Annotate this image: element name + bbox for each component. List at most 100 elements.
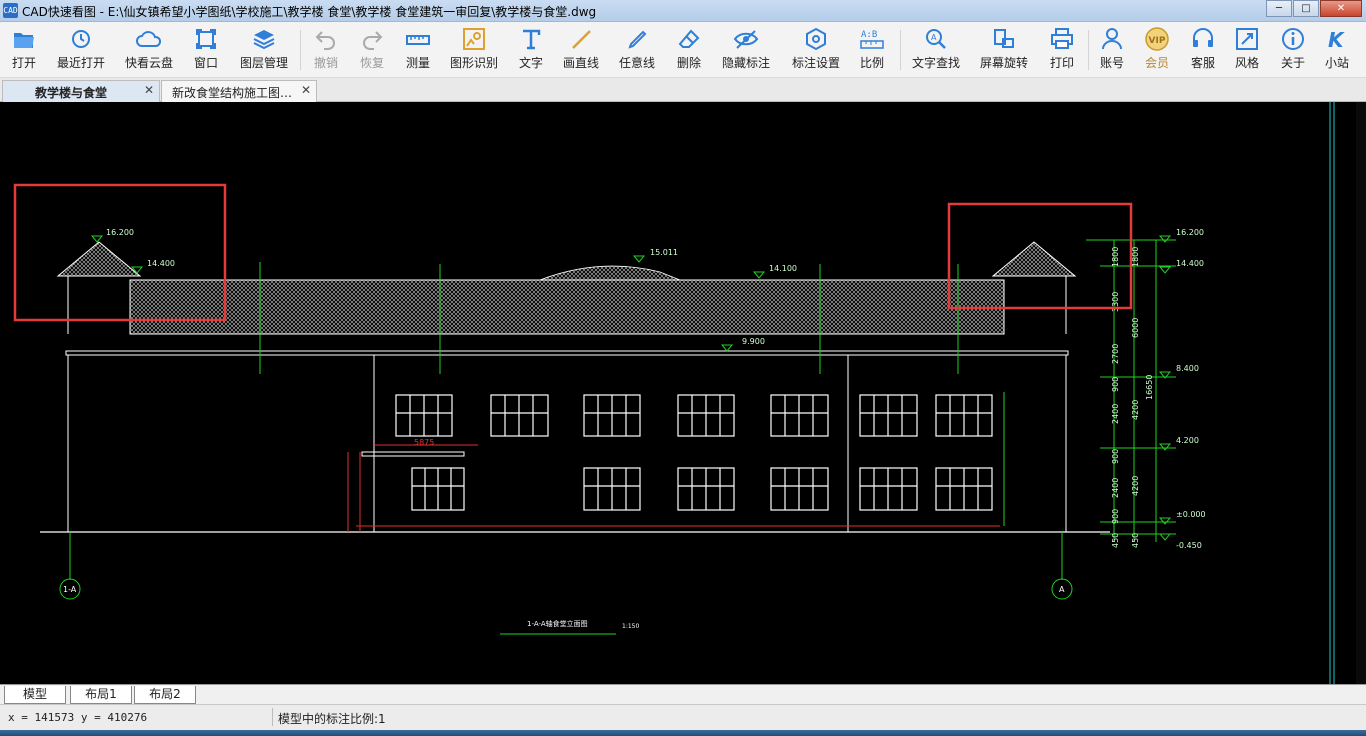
scale-label: 比例 (859, 56, 884, 70)
freehand-label: 任意线 (618, 56, 655, 70)
vip-icon: VIP (1145, 27, 1169, 51)
tab-close-icon[interactable]: ✕ (144, 83, 154, 97)
open-button[interactable]: 打开 (4, 25, 44, 75)
window-icon (196, 29, 216, 49)
measure-button[interactable]: 测量 (398, 25, 438, 75)
delete-button[interactable]: 删除 (670, 25, 708, 75)
vip-button[interactable]: VIP 会员 (1138, 25, 1176, 75)
svg-text:900: 900 (1111, 449, 1120, 464)
document-tab-bar: 教学楼与食堂 ✕ 新改食堂结构施工图… ✕ (0, 78, 1366, 102)
account-label: 账号 (1099, 56, 1124, 70)
tab-model[interactable]: 模型 (4, 686, 66, 704)
minimize-button[interactable]: ─ (1266, 0, 1292, 17)
cad-viewer-app: CAD CAD快速看图 - E:\仙女镇希望小学图纸\学校施工\教学楼 食堂\教… (0, 0, 1366, 736)
text-search-icon: A (926, 29, 946, 49)
svg-text:2400: 2400 (1111, 478, 1120, 498)
tab-layout2[interactable]: 布局2 (134, 686, 196, 704)
style-label: 风格 (1234, 56, 1259, 70)
close-button[interactable]: ✕ (1320, 0, 1362, 17)
account-button[interactable]: 账号 (1094, 25, 1130, 75)
support-button[interactable]: 客服 (1184, 25, 1222, 75)
printer-icon (1051, 28, 1073, 49)
tab-close-icon[interactable]: ✕ (301, 83, 311, 97)
hide-annotation-label: 隐藏标注 (721, 56, 770, 70)
tab-canteen-structure[interactable]: 新改食堂结构施工图… ✕ (161, 80, 317, 102)
upper-windows (395, 394, 993, 437)
annotation-settings-button[interactable]: 标注设置 (786, 25, 846, 75)
user-icon (1102, 28, 1122, 50)
svg-text:16650: 16650 (1145, 375, 1154, 400)
text-button[interactable]: 文字 (512, 25, 550, 75)
tab-teaching-building[interactable]: 教学楼与食堂 ✕ (2, 80, 160, 102)
about-button[interactable]: 关于 (1274, 25, 1312, 75)
status-divider (272, 708, 273, 726)
print-label: 打印 (1049, 56, 1074, 70)
eye-hide-icon (733, 30, 759, 49)
info-icon (1282, 28, 1304, 50)
k-site-button[interactable]: K 小站 (1318, 25, 1356, 75)
draw-line-button[interactable]: 画直线 (558, 25, 604, 75)
recent-open-button[interactable]: 最近打开 (50, 25, 112, 75)
drawing-scale: 1:150 (622, 623, 639, 630)
measure-label: 测量 (405, 56, 430, 70)
toolbar-divider (900, 30, 901, 70)
drawing-canvas[interactable]: 5875 16.200 14.400 15.011 14.100 9.900 1… (0, 102, 1366, 684)
style-button[interactable]: 风格 (1228, 25, 1266, 75)
freehand-button[interactable]: 任意线 (614, 25, 660, 75)
roof-ridge (539, 265, 681, 281)
left-gable (56, 241, 142, 277)
annotation-settings-label: 标注设置 (791, 56, 840, 70)
svg-text:-0.450: -0.450 (1176, 541, 1202, 550)
style-icon (1236, 28, 1258, 50)
svg-text:1800: 1800 (1111, 247, 1120, 267)
annotation-settings-icon (806, 27, 826, 51)
layer-manager-button[interactable]: 图层管理 (234, 25, 294, 75)
axis-label-right: A (1059, 585, 1065, 594)
vertical-scrollbar[interactable] (1356, 102, 1366, 684)
svg-text:4.200: 4.200 (1176, 436, 1199, 445)
svg-text:14.400: 14.400 (1176, 259, 1204, 268)
svg-text:16.200: 16.200 (106, 228, 134, 237)
print-button[interactable]: 打印 (1042, 25, 1082, 75)
redo-button[interactable]: 恢复 (352, 25, 392, 75)
scale-button[interactable]: A:B 比例 (852, 25, 892, 75)
k-site-label: 小站 (1324, 56, 1349, 70)
draw-line-label: 画直线 (562, 56, 599, 70)
axis-label-left: 1-A (63, 585, 77, 594)
svg-text:900: 900 (1111, 509, 1120, 524)
layer-manager-label: 图层管理 (239, 56, 288, 70)
text-search-button[interactable]: A 文字查找 (906, 25, 966, 75)
rotate-screen-label: 屏幕旋转 (979, 56, 1028, 70)
svg-text:A:B: A:B (861, 30, 877, 40)
svg-text:A: A (931, 33, 937, 42)
right-dimensions: 1800 3300 2700 900 2400 900 2400 900 450… (1111, 247, 1154, 548)
shape-recognize-button[interactable]: 图形识别 (446, 25, 502, 75)
maximize-button[interactable]: □ (1293, 0, 1319, 17)
dim-label: 5875 (414, 438, 434, 447)
svg-text:1800: 1800 (1131, 247, 1140, 267)
svg-text:VIP: VIP (1149, 36, 1166, 46)
svg-text:6000: 6000 (1131, 318, 1140, 338)
svg-text:4200: 4200 (1131, 476, 1140, 496)
svg-text:±0.000: ±0.000 (1176, 510, 1206, 519)
pen-icon (628, 30, 647, 49)
hide-annotation-button[interactable]: 隐藏标注 (716, 25, 776, 75)
window-title: CAD快速看图 - E:\仙女镇希望小学图纸\学校施工\教学楼 食堂\教学楼 食… (22, 5, 597, 19)
title-bar: CAD CAD快速看图 - E:\仙女镇希望小学图纸\学校施工\教学楼 食堂\教… (0, 0, 1366, 22)
tab-label: 新改食堂结构施工图… (172, 86, 293, 100)
tab-layout1[interactable]: 布局1 (70, 686, 132, 704)
rotate-screen-button[interactable]: 屏幕旋转 (974, 25, 1034, 75)
history-icon (72, 30, 90, 48)
os-taskbar (0, 730, 1366, 736)
redo-label: 恢复 (359, 56, 384, 70)
svg-text:2400: 2400 (1111, 404, 1120, 424)
text-icon (523, 29, 541, 50)
shape-recognize-icon (463, 28, 485, 50)
undo-button[interactable]: 撤销 (306, 25, 346, 75)
window-button[interactable]: 窗口 (186, 25, 226, 75)
svg-text:450: 450 (1111, 533, 1120, 548)
cloud-drive-button[interactable]: 快看云盘 (120, 25, 178, 75)
text-label: 文字 (518, 56, 543, 70)
rotate-screen-icon (994, 29, 1014, 48)
scale-icon: A:B (860, 30, 884, 49)
